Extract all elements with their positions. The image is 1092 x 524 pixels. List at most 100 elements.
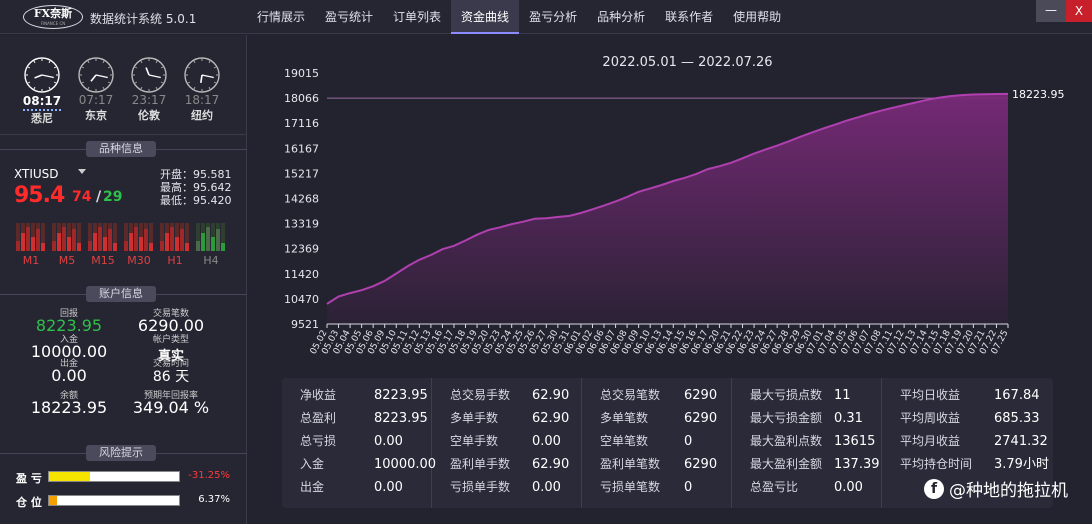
stat-value: 6290 [684, 411, 718, 426]
app-logo: FX奈斯 FINANCE CN [23, 5, 83, 29]
stat-key: 最大亏损金额 [750, 411, 823, 425]
stat-key: 空单手数 [450, 434, 499, 448]
close-button[interactable]: X [1066, 0, 1092, 22]
stats-row: 盈利单手数 62.90 [450, 453, 600, 476]
stat-value: 2741.32 [994, 434, 1048, 449]
stats-row: 空单手数 0.00 [450, 430, 600, 453]
stats-row: 亏损单笔数 0 [600, 476, 750, 499]
stat-value: 11 [834, 388, 851, 403]
timeframe-m30[interactable]: M30 [124, 219, 154, 267]
logo-text: FX奈斯 [33, 7, 73, 20]
clock-3[interactable]: 18:17 纽约 [178, 57, 226, 123]
clock-time: 23:17 [131, 93, 167, 107]
stats-row: 入金 10000.00 [300, 453, 450, 476]
y-tick-label: 19015 [284, 67, 319, 80]
clock-2[interactable]: 23:17 伦敦 [125, 57, 173, 123]
tab-0[interactable]: 行情展示 [247, 0, 315, 34]
stat-value: 10000.00 [374, 457, 437, 472]
watermark: f @种地的拖拉机 [924, 476, 1068, 501]
stat-value: 62.90 [532, 388, 570, 403]
stat-value: 8223.95 [374, 411, 428, 426]
y-tick-label: 9521 [291, 318, 319, 331]
timeframe-m1[interactable]: M1 [16, 219, 46, 267]
stat-key: 最大亏损点数 [750, 388, 823, 402]
stats-row: 多单手数 62.90 [450, 407, 600, 430]
stat-key: 平均月收益 [900, 434, 961, 448]
stats-row: 总盈亏比 0.00 [750, 476, 900, 499]
chevron-down-icon[interactable] [78, 169, 86, 174]
stat-key: 空单笔数 [600, 434, 649, 448]
account-info-header: 账户信息 [0, 286, 247, 302]
account-value: 86 天 [152, 369, 190, 385]
left-panel: 08:17 悉尼 07:17 东京 23:17 伦敦 18:17 纽约 品种信息 XTIUSD… [0, 35, 247, 524]
y-tick-label: 16167 [284, 142, 319, 155]
logo-subtext: FINANCE CN [40, 21, 66, 26]
tab-7[interactable]: 使用帮助 [723, 0, 791, 34]
stats-row: 总交易手数 62.90 [450, 384, 600, 407]
stats-row: 空单笔数 0 [600, 430, 750, 453]
account-value: 349.04 % [132, 398, 210, 417]
meter-icon [196, 219, 226, 251]
clock-city: 伦敦 [138, 109, 160, 122]
tab-6[interactable]: 联系作者 [655, 0, 723, 34]
price-separator: / [96, 189, 102, 205]
stat-value: 6290 [684, 457, 718, 472]
tab-2[interactable]: 订单列表 [383, 0, 451, 34]
stat-key: 入金 [300, 457, 325, 471]
stat-key: 总交易笔数 [600, 388, 661, 402]
stat-key: 最大盈利点数 [750, 434, 823, 448]
chart-svg: 2022.05.01 — 2022.07.26 9521 10470 11420 123… [284, 55, 1065, 356]
risk-label: 仓 位 [16, 496, 42, 509]
stat-value: 0.00 [374, 434, 403, 449]
stats-row: 总盈利 8223.95 [300, 407, 450, 430]
timeframe-m15[interactable]: M15 [88, 219, 118, 267]
price-fraction-bid: 74 [72, 189, 92, 205]
clock-icon [78, 57, 114, 93]
stat-key: 盈利单笔数 [600, 457, 661, 471]
clock-1[interactable]: 07:17 东京 [72, 57, 120, 123]
price-main: 95.4 [14, 183, 65, 208]
meter-icon [160, 219, 190, 251]
y-tick-label: 10470 [284, 293, 319, 306]
stats-row: 最大亏损金额 0.31 [750, 407, 900, 430]
stat-value: 62.90 [532, 457, 570, 472]
equity-curve-chart: 2022.05.01 — 2022.07.26 9521 10470 11420 123… [250, 38, 1092, 368]
clock-0[interactable]: 08:17 悉尼 [18, 57, 66, 126]
tab-3[interactable]: 资金曲线 [451, 0, 520, 34]
timeframe-h1[interactable]: H1 [160, 219, 190, 267]
price-fraction-ask: 29 [103, 189, 123, 205]
symbol-select[interactable]: XTIUSD [14, 167, 59, 181]
risk-progress-fill [49, 496, 58, 505]
stats-column-3: 最大亏损点数 11 最大亏损金额 0.31 最大盈利点数 13615 最大盈利金额 137.3… [750, 378, 882, 508]
end-value-label: 18223.95 [1012, 88, 1065, 101]
stat-key: 总盈利 [300, 411, 337, 425]
symbol-info-header: 品种信息 [0, 141, 247, 157]
low-price: 最低：95.420 [160, 194, 232, 207]
stat-key: 平均日收益 [900, 388, 961, 402]
stats-row: 出金 0.00 [300, 476, 450, 499]
clock-time: 08:17 [22, 94, 62, 111]
minimize-button[interactable]: — [1036, 0, 1066, 22]
world-clocks: 08:17 悉尼 07:17 东京 23:17 伦敦 18:17 纽约 [0, 35, 247, 135]
account-value: 18223.95 [30, 398, 108, 417]
tab-4[interactable]: 盈亏分析 [519, 0, 587, 34]
risk-header: 风险提示 [0, 445, 247, 461]
timeframe-m5[interactable]: M5 [52, 219, 82, 267]
timeframe-h4[interactable]: H4 [196, 219, 226, 267]
meter-icon [52, 219, 82, 251]
stats-row: 总交易笔数 6290 [600, 384, 750, 407]
risk-value: 6.37% [198, 494, 230, 505]
y-tick-label: 11420 [284, 268, 319, 281]
stat-value: 8223.95 [374, 388, 428, 403]
stat-key: 多单手数 [450, 411, 499, 425]
stat-value: 685.33 [994, 411, 1040, 426]
tab-5[interactable]: 品种分析 [587, 0, 655, 34]
stats-row: 净收益 8223.95 [300, 384, 450, 407]
stat-value: 0.31 [834, 411, 863, 426]
tab-1[interactable]: 盈亏统计 [315, 0, 383, 34]
main-nav: 行情展示 盈亏统计 订单列表 资金曲线 盈亏分析 品种分析 联系作者 使用帮助 [247, 0, 791, 34]
timeframe-label: M15 [91, 254, 115, 267]
stat-value: 0.00 [374, 480, 403, 495]
stat-key: 总交易手数 [450, 388, 511, 402]
stat-value: 0.00 [532, 434, 561, 449]
